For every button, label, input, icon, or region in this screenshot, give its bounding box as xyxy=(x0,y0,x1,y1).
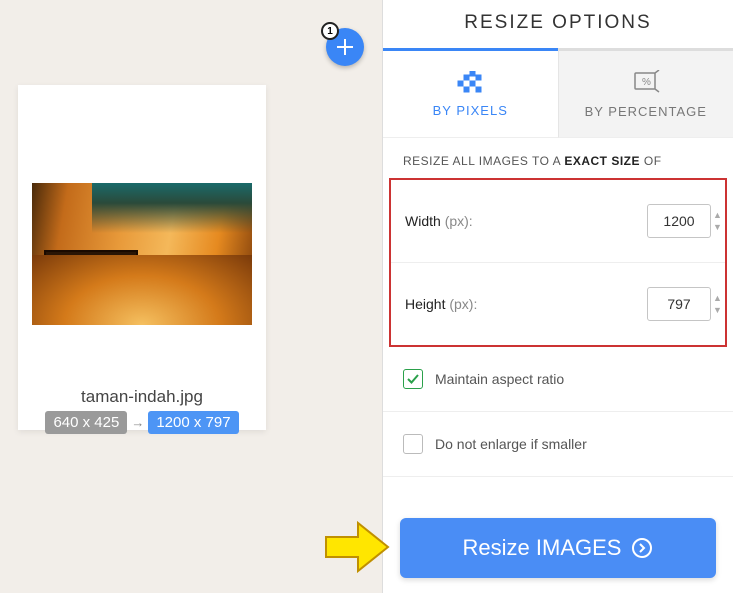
resize-description: RESIZE ALL IMAGES TO A EXACT SIZE OF xyxy=(383,138,733,178)
tabs: BY PIXELS % BY PERCENTAGE xyxy=(383,48,733,138)
no-enlarge-row: Do not enlarge if smaller xyxy=(383,412,733,477)
width-row: Width (px): ▲ ▼ xyxy=(391,180,725,263)
height-step-down[interactable]: ▼ xyxy=(713,305,723,313)
no-enlarge-checkbox[interactable] xyxy=(403,434,423,454)
maintain-aspect-row: Maintain aspect ratio xyxy=(383,347,733,412)
height-row: Height (px): ▲ ▼ xyxy=(391,263,725,345)
no-enlarge-label: Do not enlarge if smaller xyxy=(435,436,587,452)
yellow-arrow-annotation xyxy=(322,519,392,575)
check-icon xyxy=(406,372,420,386)
percentage-icon: % xyxy=(632,70,660,94)
width-label: Width (px): xyxy=(405,213,473,229)
file-name: taman-indah.jpg xyxy=(18,387,266,407)
dimensions-row: 640 x 425 → 1200 x 797 xyxy=(18,411,266,434)
image-card[interactable]: taman-indah.jpg 640 x 425 → 1200 x 797 xyxy=(18,85,266,430)
height-label: Height (px): xyxy=(405,296,477,312)
tab-label: BY PIXELS xyxy=(433,103,508,118)
resize-button-label: Resize IMAGES xyxy=(463,535,622,561)
tab-by-percentage[interactable]: % BY PERCENTAGE xyxy=(558,48,733,138)
image-preview-area: 1 taman-indah.jpg 640 x 425 → 1200 x 797 xyxy=(0,0,380,593)
resize-images-button[interactable]: Resize IMAGES xyxy=(400,518,716,578)
tab-by-pixels[interactable]: BY PIXELS xyxy=(383,48,558,138)
arrow-right-icon: → xyxy=(131,415,144,430)
height-step-up[interactable]: ▲ xyxy=(713,293,723,301)
svg-text:%: % xyxy=(642,77,652,88)
add-count-badge: 1 xyxy=(321,22,339,40)
original-dimensions-badge: 640 x 425 xyxy=(45,411,127,434)
pixels-icon xyxy=(456,71,484,93)
maintain-aspect-label: Maintain aspect ratio xyxy=(435,371,564,387)
maintain-aspect-checkbox[interactable] xyxy=(403,369,423,389)
new-dimensions-badge: 1200 x 797 xyxy=(148,411,238,434)
width-step-down[interactable]: ▼ xyxy=(713,222,723,230)
tab-label: BY PERCENTAGE xyxy=(585,104,707,119)
height-input[interactable] xyxy=(647,287,711,321)
resize-options-panel: RESIZE OPTIONS BY PIXELS % BY PERCENTAGE… xyxy=(382,0,733,593)
image-thumbnail xyxy=(32,183,252,325)
width-input[interactable] xyxy=(647,204,711,238)
dimension-fields-highlight: Width (px): ▲ ▼ Height (px): ▲ ▼ xyxy=(389,178,727,347)
panel-title: RESIZE OPTIONS xyxy=(383,0,733,48)
width-step-up[interactable]: ▲ xyxy=(713,210,723,218)
arrow-circle-icon xyxy=(631,537,653,559)
plus-icon xyxy=(335,37,355,57)
